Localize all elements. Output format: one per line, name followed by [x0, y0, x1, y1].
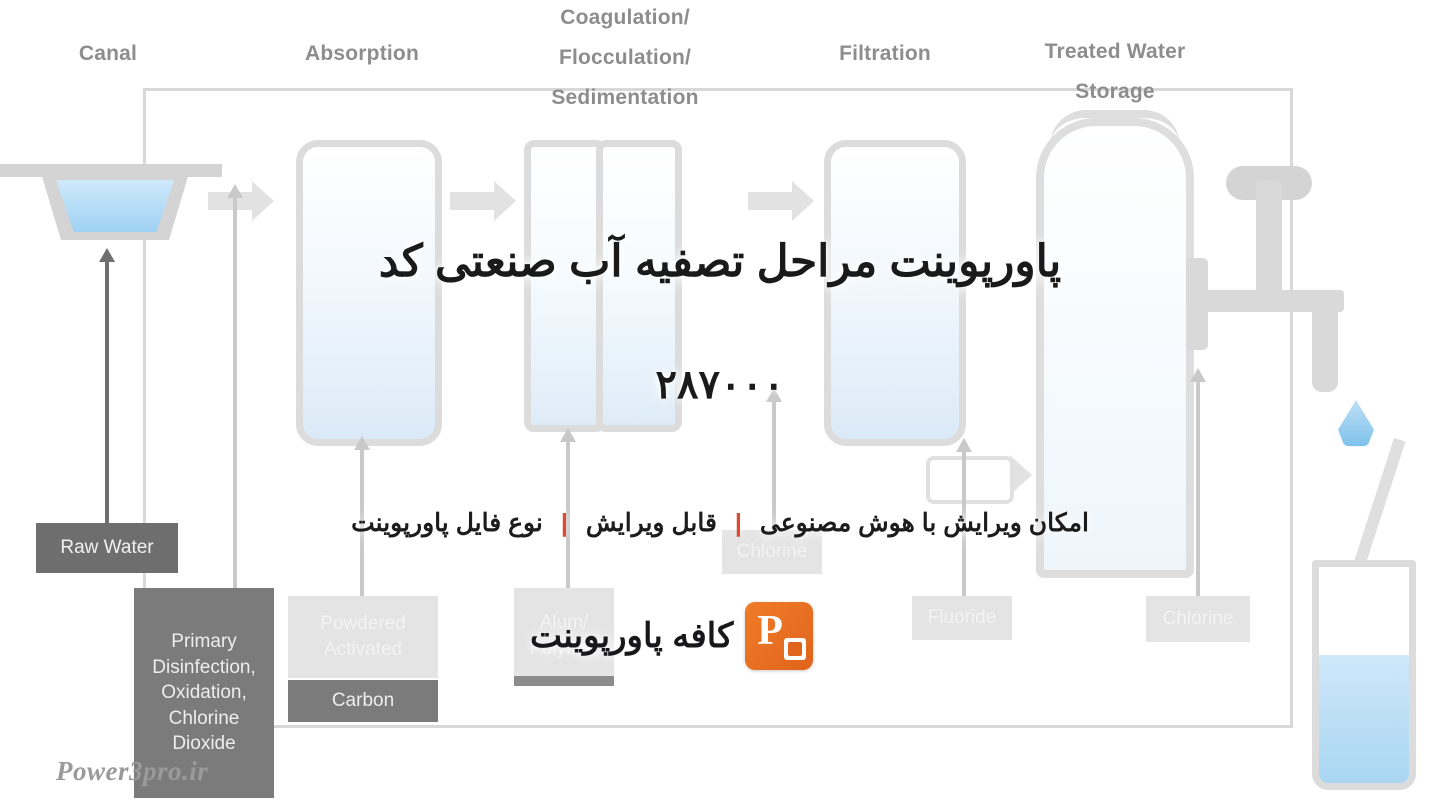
stage-label-absorption: Absorption: [305, 42, 419, 65]
flow-arrow-coagulation-to-filtration: [748, 181, 814, 221]
primary-disinfection-line4: Chlorine: [168, 707, 240, 729]
glass-water: [1319, 655, 1409, 783]
meta-separator-1: |: [560, 508, 568, 537]
powerpoint-icon: P: [745, 602, 814, 670]
stage-label-filtration: Filtration: [839, 42, 931, 65]
meta-ai-editable: امکان ویرایش با هوش مصنوعی: [759, 509, 1089, 537]
product-code: ۲۸۷۰۰۰: [655, 363, 785, 407]
meta-separator-2: |: [734, 508, 742, 537]
label-powdered-activated: Powdered Activated: [288, 596, 438, 678]
label-carbon: Carbon: [288, 680, 438, 722]
meta-editable: قابل ویرایش: [585, 509, 717, 537]
drinking-glass: [1312, 560, 1416, 790]
meta-feature-row: نوع فایل پاورپوینت | قابل ویرایش | امکان…: [0, 508, 1440, 538]
powerpoint-badge: [784, 638, 807, 660]
primary-disinfection-line3: Oxidation,: [161, 682, 247, 704]
canal-water: [56, 180, 174, 232]
stage-label-canal: Canal: [78, 42, 138, 65]
flow-arrow-absorption-to-coagulation: [450, 181, 516, 221]
page-title: پاورپوینت مراحل تصفیه آب صنعتی کد: [378, 237, 1062, 286]
label-fluoride: Fluoride: [912, 596, 1012, 640]
stage-label-coagulation-line1: Coagulation/: [560, 6, 690, 29]
frame-line-bottom: [143, 725, 1293, 728]
primary-disinfection-line1: Primary: [171, 630, 237, 652]
stage-label-storage-line1: Treated Water: [1044, 40, 1186, 63]
stage-label-coagulation-line3: Sedimentation: [551, 86, 699, 109]
brand-lockup: کافه پاورپوینت P: [530, 598, 890, 674]
brand-name: کافه پاورپوینت: [530, 617, 734, 655]
powerpoint-letter: P: [757, 608, 783, 654]
primary-disinfection-line2: Disinfection,: [152, 656, 256, 678]
arrow-chlorine-end: [1190, 368, 1206, 600]
storage-inlet-valve: [926, 456, 1014, 504]
site-watermark: Power3pro.ir: [56, 756, 209, 786]
alum-polymer-underline: [514, 676, 614, 686]
label-chlorine-end: Chlorine: [1146, 596, 1250, 642]
meta-file-type: نوع فایل پاورپوینت: [351, 509, 543, 537]
stage-label-coagulation-line2: Flocculation/: [558, 46, 692, 69]
primary-disinfection-line5: Dioxide: [172, 733, 236, 755]
powdered-line1: Powdered: [320, 613, 406, 635]
stage-label-storage-line2: Storage: [1075, 80, 1155, 103]
powdered-line2: Activated: [323, 639, 403, 660]
slide-canvas: Canal Absorption Coagulation/ Flocculati…: [0, 0, 1440, 810]
